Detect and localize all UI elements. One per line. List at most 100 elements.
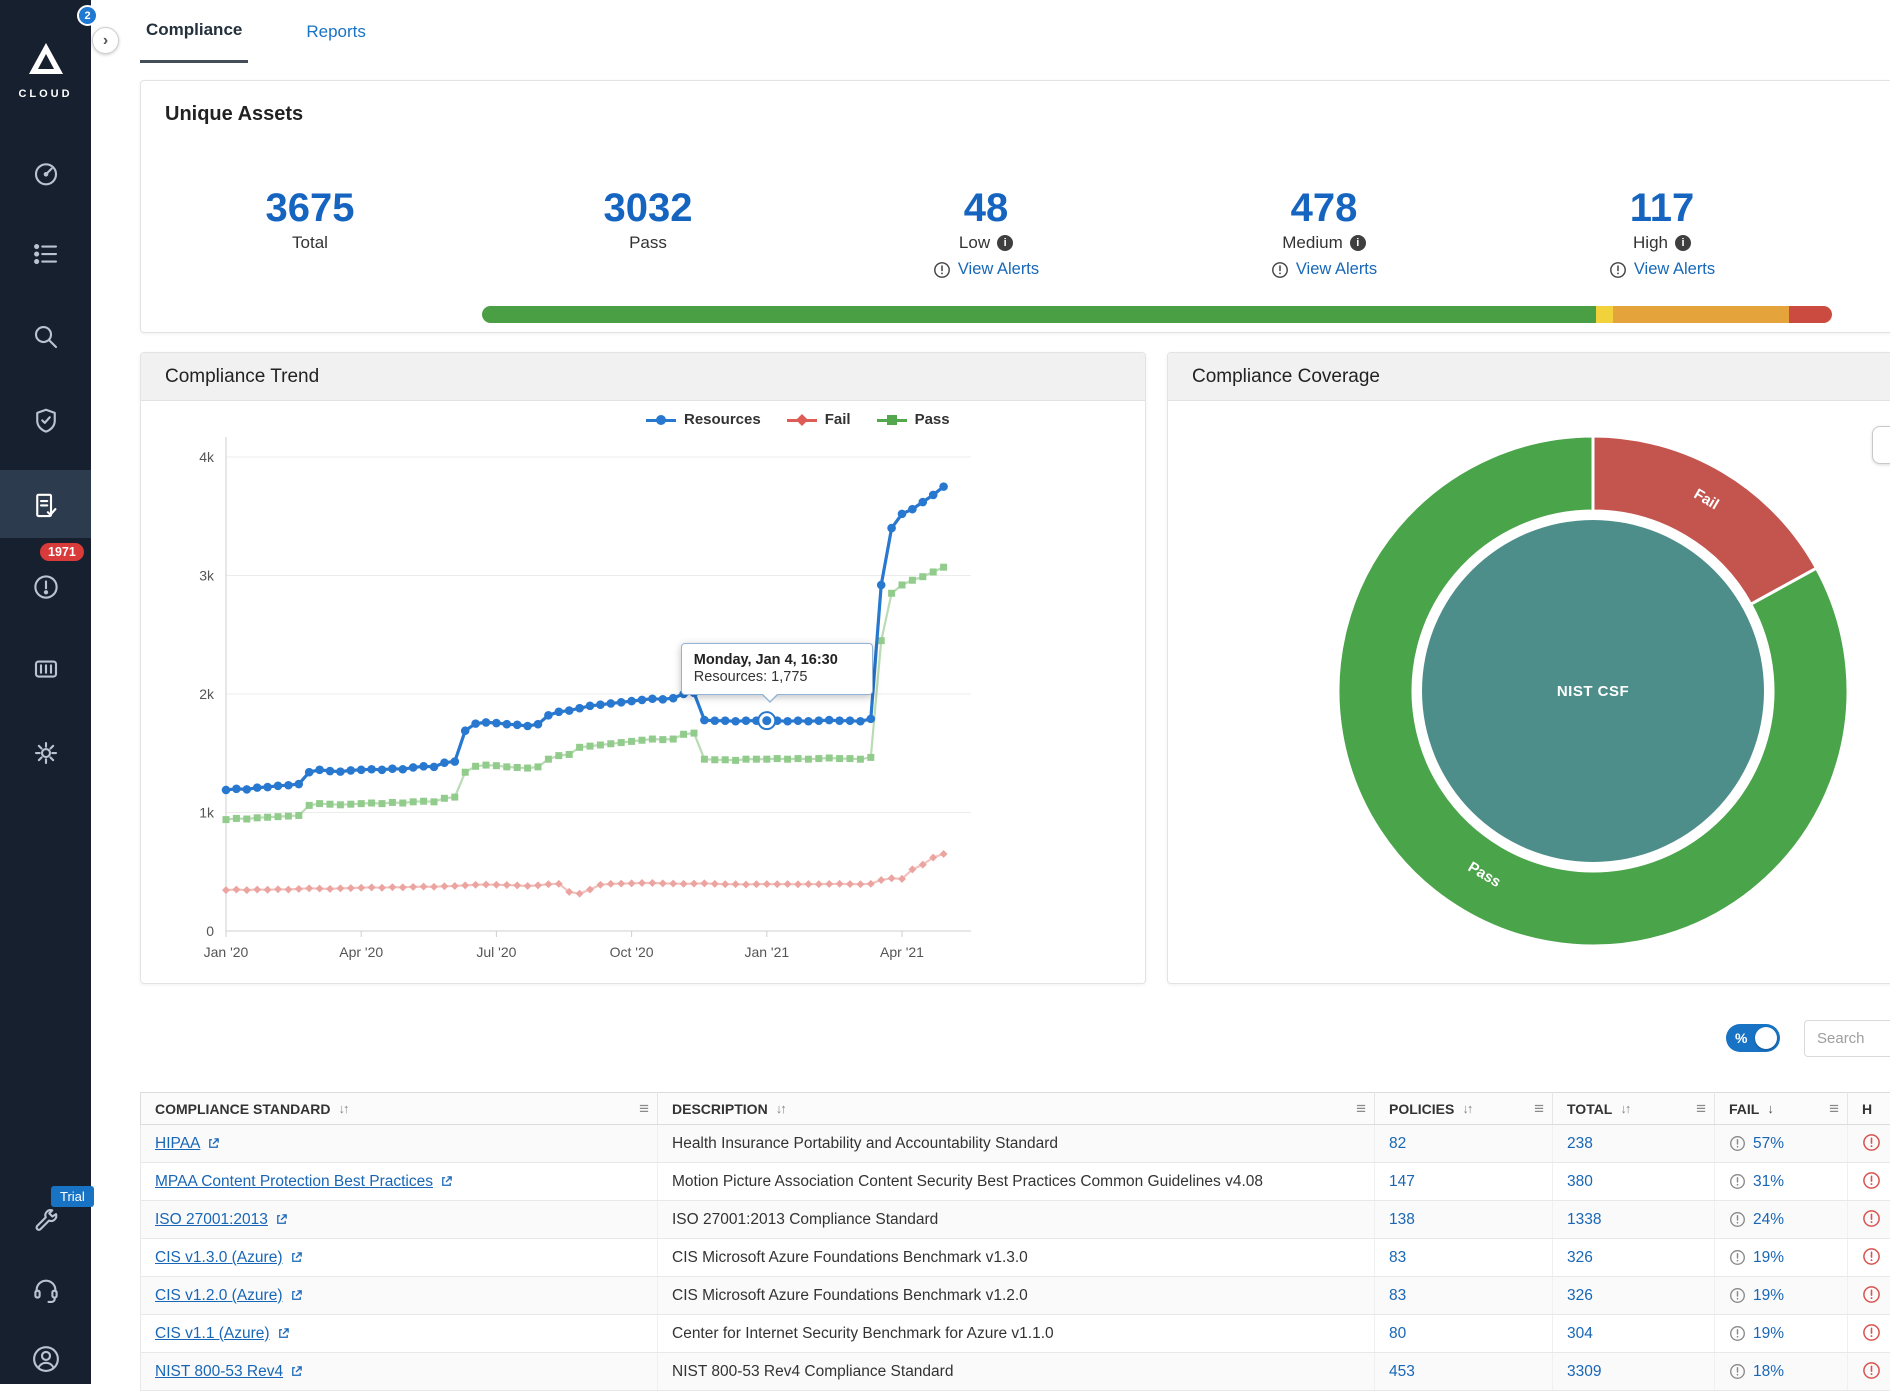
total-link[interactable]: 380 xyxy=(1567,1173,1593,1190)
column-menu-icon[interactable]: ≡ xyxy=(639,1099,649,1119)
column-header-5[interactable]: FAIL↓≡ xyxy=(1715,1093,1848,1125)
percent-toggle[interactable]: % xyxy=(1726,1024,1780,1052)
policies-link[interactable]: 138 xyxy=(1389,1211,1415,1228)
sort-icon[interactable]: ↓↑ xyxy=(1620,1101,1629,1116)
table-body: HIPAA Health Insurance Portability and A… xyxy=(141,1125,1890,1391)
fail-link[interactable]: 19% xyxy=(1753,1249,1784,1267)
alert-circle-icon xyxy=(1609,261,1627,279)
total-link[interactable]: 304 xyxy=(1567,1325,1593,1342)
standard-link[interactable]: HIPAA xyxy=(155,1135,200,1152)
info-icon[interactable]: i xyxy=(1350,235,1366,251)
sidebar-item-profile[interactable] xyxy=(28,1341,64,1377)
info-icon[interactable]: i xyxy=(997,235,1013,251)
total-link[interactable]: 326 xyxy=(1567,1287,1593,1304)
table-row: CIS v1.1 (Azure) Center for Internet Sec… xyxy=(141,1315,1890,1353)
column-label: POLICIES xyxy=(1389,1101,1454,1117)
column-label: TOTAL xyxy=(1567,1101,1612,1117)
column-header-3[interactable]: POLICIES ↓↑ ≡ xyxy=(1375,1093,1553,1125)
sidebar-item-tools[interactable] xyxy=(28,1203,64,1239)
policies-link[interactable]: 82 xyxy=(1389,1135,1406,1152)
sidebar-item-settings[interactable] xyxy=(28,735,64,771)
app-logo[interactable]: CLOUD xyxy=(0,40,91,100)
sidebar-item-policies[interactable] xyxy=(28,403,64,439)
sidebar-item-support[interactable] xyxy=(28,1272,64,1308)
trend-chart-svg[interactable]: 01k2k3k4kJan '20Apr '20Jul '20Oct '20Jan… xyxy=(141,401,1145,985)
svg-text:Apr '21: Apr '21 xyxy=(880,944,924,960)
column-menu-icon[interactable]: ≡ xyxy=(1696,1099,1706,1119)
fail-link[interactable]: 19% xyxy=(1753,1325,1784,1343)
info-icon[interactable]: i xyxy=(1675,235,1691,251)
fail-link[interactable]: 19% xyxy=(1753,1287,1784,1305)
total-link[interactable]: 326 xyxy=(1567,1249,1593,1266)
trend-legend: Resources Fail Pass xyxy=(646,411,950,428)
description-cell: ISO 27001:2013 Compliance Standard xyxy=(658,1201,1375,1239)
fail-link[interactable]: 57% xyxy=(1753,1135,1784,1153)
search-input[interactable] xyxy=(1804,1020,1890,1057)
standard-link[interactable]: MPAA Content Protection Best Practices xyxy=(155,1173,433,1190)
fail-link[interactable]: 18% xyxy=(1753,1363,1784,1381)
coverage-donut-svg[interactable]: FailPassNIST CSF xyxy=(1168,401,1890,983)
view-alerts-link[interactable]: View Alerts xyxy=(1493,260,1831,279)
external-link-icon xyxy=(277,1327,290,1340)
sidebar-item-dashboard[interactable] xyxy=(28,155,64,191)
bar-segment-medium xyxy=(1613,306,1789,323)
stat-label: Lowi xyxy=(817,233,1155,253)
column-header-1[interactable]: COMPLIANCE STANDARD↓↑≡ xyxy=(141,1093,658,1125)
policies-link[interactable]: 147 xyxy=(1389,1173,1415,1190)
alert-circle-icon xyxy=(1862,1285,1881,1304)
stat-label: Pass xyxy=(479,233,817,253)
sidebar-expand-button[interactable]: › xyxy=(92,27,119,54)
panel-edge-button[interactable] xyxy=(1872,426,1890,464)
description-cell: Health Insurance Portability and Account… xyxy=(658,1125,1375,1163)
alert-circle-icon xyxy=(1729,1211,1746,1228)
coverage-card-title: Compliance Coverage xyxy=(1168,353,1890,401)
sort-icon[interactable]: ↓↑ xyxy=(339,1101,348,1116)
column-menu-icon[interactable]: ≡ xyxy=(1534,1099,1544,1119)
external-link-icon xyxy=(440,1175,453,1188)
fail-link[interactable]: 31% xyxy=(1753,1173,1784,1191)
fail-link[interactable]: 24% xyxy=(1753,1211,1784,1229)
tab-reports[interactable]: Reports xyxy=(300,0,372,63)
sort-desc-icon[interactable]: ↓ xyxy=(1767,1101,1774,1116)
stat-high: 117 Highi View Alerts xyxy=(1493,186,1831,279)
column-header-4[interactable]: TOTAL ↓↑ ≡ xyxy=(1553,1093,1715,1125)
sidebar-item-compute[interactable] xyxy=(28,651,64,687)
view-alerts-link[interactable]: View Alerts xyxy=(817,260,1155,279)
trial-badge: Trial xyxy=(51,1186,94,1207)
tab-compliance[interactable]: Compliance xyxy=(140,0,248,63)
sidebar-item-alerts[interactable] xyxy=(28,569,64,605)
sidebar-item-compliance[interactable] xyxy=(28,488,64,524)
total-link[interactable]: 238 xyxy=(1567,1135,1593,1152)
sort-icon[interactable]: ↓↑ xyxy=(1462,1101,1471,1116)
policies-link[interactable]: 80 xyxy=(1389,1325,1406,1342)
standard-link[interactable]: CIS v1.2.0 (Azure) xyxy=(155,1287,283,1304)
total-link[interactable]: 1338 xyxy=(1567,1211,1601,1228)
sidebar-item-investigate[interactable] xyxy=(28,319,64,355)
legend-item-pass[interactable]: Pass xyxy=(877,411,950,428)
standard-link[interactable]: ISO 27001:2013 xyxy=(155,1211,268,1228)
policies-link[interactable]: 453 xyxy=(1389,1363,1415,1380)
stat-value: 117 xyxy=(1493,186,1831,230)
view-alerts-link[interactable]: View Alerts xyxy=(1155,260,1493,279)
table-row: ISO 27001:2013 ISO 27001:2013 Compliance… xyxy=(141,1201,1890,1239)
column-header-2[interactable]: DESCRIPTION↓↑≡ xyxy=(658,1093,1375,1125)
legend-marker xyxy=(787,413,817,427)
column-header-6[interactable]: H xyxy=(1848,1093,1890,1125)
svg-text:Apr '20: Apr '20 xyxy=(339,944,383,960)
sidebar-item-inventory[interactable] xyxy=(28,236,64,272)
column-menu-icon[interactable]: ≡ xyxy=(1356,1099,1366,1119)
policies-link[interactable]: 83 xyxy=(1389,1287,1406,1304)
sort-icon[interactable]: ↓↑ xyxy=(776,1101,785,1116)
standard-link[interactable]: CIS v1.3.0 (Azure) xyxy=(155,1249,283,1266)
column-menu-icon[interactable]: ≡ xyxy=(1829,1099,1839,1119)
cloud-logo-icon xyxy=(25,40,67,78)
description-cell: CIS Microsoft Azure Foundations Benchmar… xyxy=(658,1277,1375,1315)
policies-link[interactable]: 83 xyxy=(1389,1249,1406,1266)
standard-link[interactable]: CIS v1.1 (Azure) xyxy=(155,1325,270,1342)
total-link[interactable]: 3309 xyxy=(1567,1363,1601,1380)
legend-item-resources[interactable]: Resources xyxy=(646,411,761,428)
standard-link[interactable]: NIST 800-53 Rev4 xyxy=(155,1363,283,1380)
legend-item-fail[interactable]: Fail xyxy=(787,411,851,428)
checklist-icon xyxy=(31,239,61,269)
external-link-icon xyxy=(290,1365,303,1378)
